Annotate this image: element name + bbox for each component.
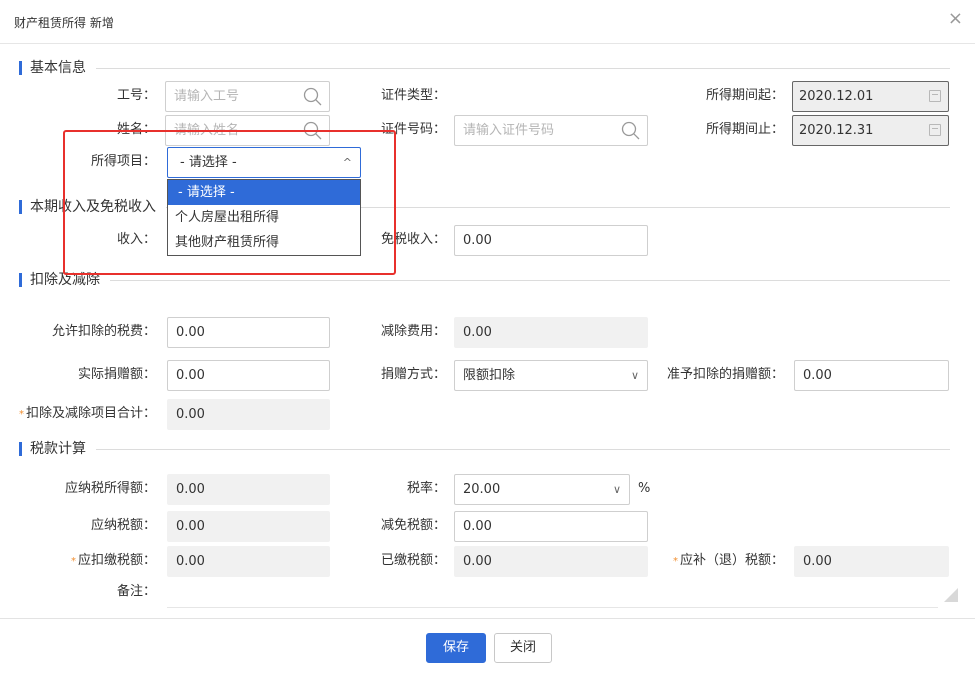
cert-type-label: 证件类型： xyxy=(380,88,446,103)
required-marker: * xyxy=(18,409,24,420)
section-marker xyxy=(19,442,22,456)
period-end-input[interactable]: 2020.12.31 xyxy=(792,115,949,146)
exempt-input[interactable]: 0.00 xyxy=(454,225,648,256)
cert-no-input[interactable]: 请输入证件号码 xyxy=(454,115,648,146)
refund-value: 0.00 xyxy=(803,554,832,569)
reduce-fee-label: 减除费用： xyxy=(380,324,446,339)
donation-method-value: 限额扣除 xyxy=(463,368,516,383)
paid-input: 0.00 xyxy=(454,546,648,577)
tax-payable-label: 应纳税额： xyxy=(90,518,156,533)
search-icon[interactable] xyxy=(621,121,641,141)
taxable-income-label: 应纳税所得额： xyxy=(64,481,156,496)
section-divider xyxy=(30,68,950,69)
donation-method-select[interactable]: 限额扣除 ∨ xyxy=(454,360,648,391)
income-label: 收入： xyxy=(116,232,156,247)
tax-relief-value: 0.00 xyxy=(463,519,492,534)
allowed-donation-label: 准予扣除的捐赠额： xyxy=(666,367,784,382)
calendar-icon[interactable] xyxy=(929,124,941,136)
rate-label: 税率： xyxy=(406,481,446,496)
dropdown-option[interactable]: - 请选择 - xyxy=(168,180,360,205)
memo-label: 备注： xyxy=(116,584,156,599)
deduct-total-value: 0.00 xyxy=(176,407,205,422)
cert-no-label: 证件号码： xyxy=(380,122,446,137)
resize-handle-icon[interactable] xyxy=(944,588,958,602)
allowed-tax-label: 允许扣除的税费： xyxy=(51,324,156,339)
item-dropdown: - 请选择 - 个人房屋出租所得 其他财产租赁所得 xyxy=(167,179,361,256)
donation-label: 实际捐赠额： xyxy=(77,367,156,382)
section-title-tax: 税款计算 xyxy=(30,439,96,459)
refund-label: * 应补（退）税额： xyxy=(650,546,784,576)
section-income: 本期收入及免税收入 xyxy=(14,197,950,217)
allowed-donation-value: 0.00 xyxy=(803,368,832,383)
deduct-total-label: * 扣除及减除项目合计： xyxy=(4,399,156,429)
period-end-value: 2020.12.31 xyxy=(799,123,874,138)
rate-select[interactable]: 20.00 ∨ xyxy=(454,474,630,505)
section-title-deduct: 扣除及减除 xyxy=(30,270,110,290)
name-label: 姓名： xyxy=(116,122,156,137)
section-deduct: 扣除及减除 xyxy=(14,270,950,290)
donation-value: 0.00 xyxy=(176,368,205,383)
deduct-total-text: 扣除及减除项目合计： xyxy=(25,406,156,421)
cert-no-placeholder: 请输入证件号码 xyxy=(463,123,555,138)
calendar-icon[interactable] xyxy=(929,90,941,102)
section-divider xyxy=(30,449,950,450)
item-select-value: - 请选择 - xyxy=(180,155,237,170)
refund-input: 0.00 xyxy=(794,546,949,577)
period-start-input[interactable]: 2020.12.01 xyxy=(792,81,949,112)
chevron-down-icon[interactable]: ∨ xyxy=(631,361,639,390)
chevron-down-icon[interactable]: ∨ xyxy=(613,475,621,504)
tax-payable-value: 0.00 xyxy=(176,519,205,534)
section-marker xyxy=(19,273,22,287)
taxable-income-value: 0.00 xyxy=(176,482,205,497)
reduce-fee-input: 0.00 xyxy=(454,317,648,348)
period-start-value: 2020.12.01 xyxy=(799,89,874,104)
close-icon[interactable]: × xyxy=(948,10,963,28)
item-select[interactable]: - 请选择 - ^ xyxy=(167,147,361,178)
paid-label: 已缴税额： xyxy=(380,553,446,568)
withhold-text: 应扣缴税额： xyxy=(77,553,156,568)
donation-method-label: 捐赠方式： xyxy=(380,367,446,382)
withhold-label: * 应扣缴税额： xyxy=(20,546,156,576)
dropdown-option[interactable]: 个人房屋出租所得 xyxy=(168,205,360,230)
withhold-value: 0.00 xyxy=(176,554,205,569)
allowed-tax-value: 0.00 xyxy=(176,325,205,340)
section-marker xyxy=(19,200,22,214)
close-button[interactable]: 关闭 xyxy=(494,633,552,663)
paid-value: 0.00 xyxy=(463,554,492,569)
reduce-fee-value: 0.00 xyxy=(463,325,492,340)
period-end-label: 所得期间止： xyxy=(705,122,784,137)
required-marker: * xyxy=(672,556,678,567)
section-basic: 基本信息 xyxy=(14,58,950,78)
section-tax: 税款计算 xyxy=(14,439,950,459)
emp-no-label: 工号： xyxy=(116,88,156,103)
rate-unit: % xyxy=(638,481,651,496)
chevron-up-icon[interactable]: ^ xyxy=(343,148,352,177)
rate-value: 20.00 xyxy=(463,482,501,497)
item-label: 所得项目： xyxy=(90,154,156,169)
section-title-basic: 基本信息 xyxy=(30,58,96,78)
emp-no-placeholder: 请输入工号 xyxy=(174,89,240,104)
allowed-donation-input[interactable]: 0.00 xyxy=(794,360,949,391)
tax-relief-input[interactable]: 0.00 xyxy=(454,511,648,542)
deduct-total-input: 0.00 xyxy=(167,399,330,430)
section-marker xyxy=(19,61,22,75)
dialog-title: 财产租赁所得 新增 xyxy=(14,16,114,30)
period-start-label: 所得期间起： xyxy=(705,88,784,103)
dropdown-option[interactable]: 其他财产租赁所得 xyxy=(168,230,360,255)
section-title-income: 本期收入及免税收入 xyxy=(30,197,166,217)
refund-text: 应补（退）税额： xyxy=(679,553,784,568)
dialog-header: 财产租赁所得 新增 × xyxy=(0,0,975,44)
exempt-value: 0.00 xyxy=(463,233,492,248)
dialog-footer: 保存 关闭 xyxy=(0,618,975,676)
save-button[interactable]: 保存 xyxy=(426,633,486,663)
name-placeholder: 请输入姓名 xyxy=(174,123,240,138)
memo-textarea[interactable] xyxy=(167,607,938,608)
required-marker: * xyxy=(70,556,76,567)
section-divider xyxy=(30,280,950,281)
tax-relief-label: 减免税额： xyxy=(380,518,446,533)
